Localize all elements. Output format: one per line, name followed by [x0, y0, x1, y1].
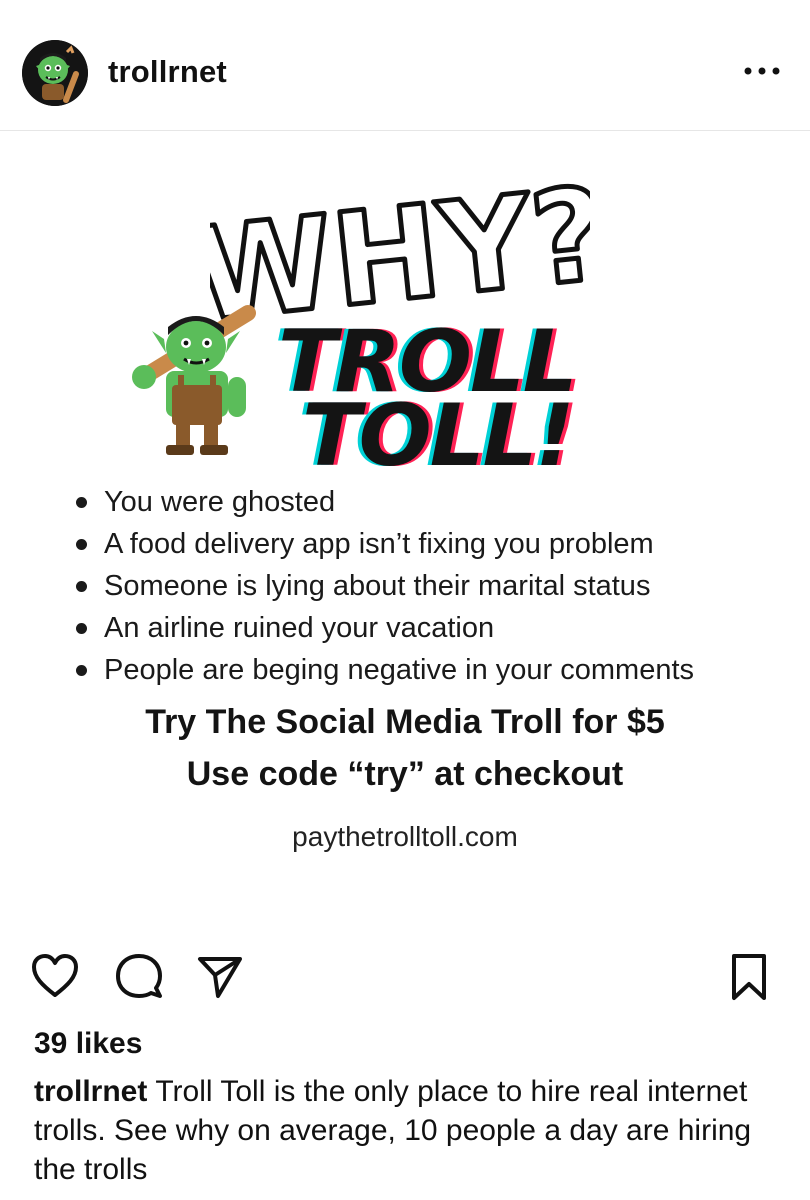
more-horizontal-icon[interactable] [742, 56, 782, 86]
bookmark-icon[interactable] [726, 952, 772, 1002]
promo-line1: Try The Social Media Troll for $5 [145, 703, 665, 741]
list-item: Someone is lying about their marital sta… [76, 565, 694, 607]
caption-username[interactable]: trollrnet [34, 1075, 147, 1108]
list-item: An airline ruined your vacation [76, 607, 694, 649]
website-text: paythetrolltoll.com [292, 821, 518, 852]
reason-list: You were ghosted A food delivery app isn… [76, 481, 694, 691]
list-item: You were ghosted [76, 481, 694, 523]
list-item: A food delivery app isn’t fixing you pro… [76, 523, 694, 565]
post-header: trollrnet [0, 0, 810, 131]
send-icon[interactable] [196, 954, 244, 1000]
likes-count[interactable]: 39 likes [34, 1027, 142, 1061]
post-image[interactable]: WHY? TROLL TOLL! You were ghosted A food… [0, 131, 810, 931]
post-username[interactable]: trollrnet [108, 54, 227, 90]
troll-avatar-icon[interactable] [22, 40, 88, 106]
promo-line2: Use code “try” at checkout [186, 755, 624, 793]
list-item: People are beging negative in your comme… [76, 649, 694, 691]
comment-icon[interactable] [115, 952, 163, 1000]
post-caption: trollrnet Troll Toll is the only place to… [34, 1072, 774, 1189]
brand-title-line2: TOLL! [302, 386, 575, 486]
heart-icon[interactable] [30, 952, 80, 1000]
troll-character-icon [130, 301, 270, 461]
